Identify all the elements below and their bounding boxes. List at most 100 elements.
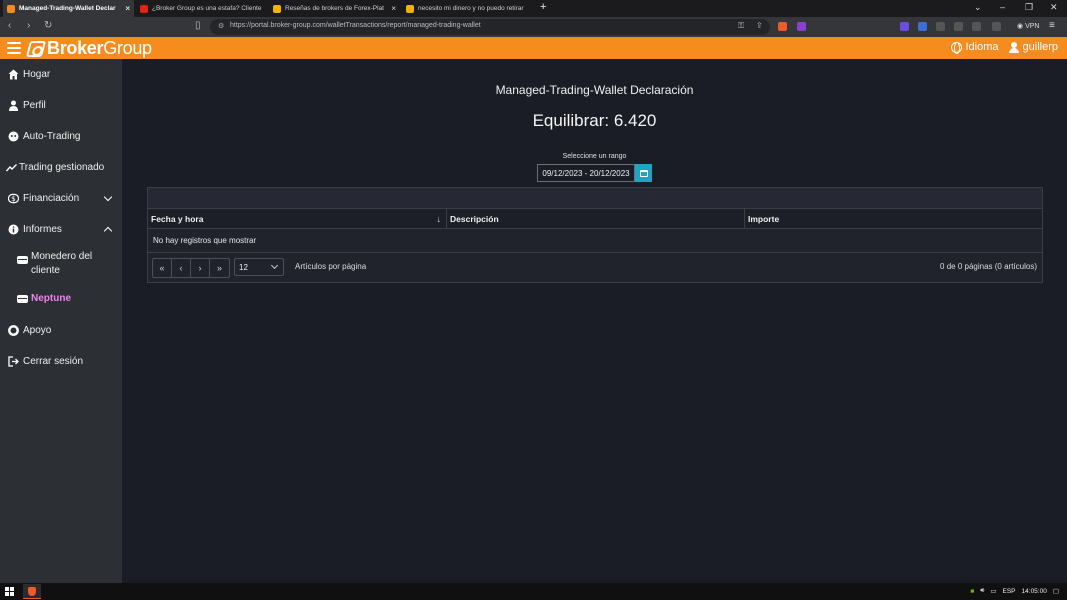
user-menu-button[interactable]: guillerp [1008,41,1058,53]
vpn-label: VPN [1025,23,1040,30]
logo-text-light: Group [103,38,152,58]
sidebar-item-reports[interactable]: Informes [0,222,122,236]
chevron-down-icon[interactable] [103,192,113,202]
sidebar-item-client-wallet[interactable]: Monedero del cliente [0,250,122,278]
language-label: Idioma [965,41,999,53]
close-tab-icon[interactable]: × [391,4,396,13]
empty-message: No hay registros que mostrar [153,236,257,245]
sidebar-item-auto-trading[interactable]: Auto-Trading [0,129,122,143]
wallet-icon [17,295,28,303]
page-size-select[interactable]: 12 [234,258,284,276]
previous-page-button[interactable]: ‹ [172,259,191,277]
sidebar-item-support[interactable]: Apoyo [0,323,122,337]
next-page-button[interactable]: › [191,259,210,277]
page-title: Managed-Trading-Wallet Declaración [495,83,694,97]
column-header-amount[interactable]: Importe [744,209,1042,228]
share-icon[interactable]: ⇪ [756,21,763,30]
page-size-value: 12 [239,262,248,272]
sidebar-item-home[interactable]: Hogar [0,67,122,81]
tab-search-icon[interactable]: ⌄ [974,2,982,13]
language-indicator[interactable]: ESP [1003,588,1016,595]
robot-icon [8,131,19,142]
browser-tab[interactable]: necesito mi dinero y no puedo retirar [402,0,533,17]
date-range-input[interactable]: 09/12/2023 - 20/12/2023 [537,164,635,182]
first-page-button[interactable]: « [153,259,172,277]
sidebar-item-label: Neptune [31,293,71,304]
balance-display: Equilibrar: 6.420 [532,111,657,130]
menu-icon[interactable]: ≡ [1049,20,1055,31]
nvidia-icon[interactable]: ■ [970,588,974,595]
notifications-icon[interactable]: ▢ [1053,587,1059,595]
logo-text-bold: Broker [47,38,104,58]
close-window-icon[interactable]: ✕ [1050,2,1058,13]
brokergroup-logo[interactable]: Broker Group [25,38,152,59]
volume-icon[interactable]: 🔊︎ [980,587,984,595]
sort-arrow-icon[interactable]: ↓ [437,214,442,224]
taskbar: ■ 🔊︎ ▭ ESP 14:05:00 ▢ [0,583,1067,600]
user-icon [8,100,19,111]
home-icon [8,69,19,80]
transactions-table: Fecha y hora ↓ Descripción Importe No ha… [147,187,1043,283]
browser-tab-strip: Managed-Trading-Wallet Declar × ¿Broker … [0,0,1067,17]
media-icon[interactable] [954,22,963,31]
site-info-icon[interactable]: ⚙ [218,22,224,30]
sidebar-item-profile[interactable]: Perfil [0,98,122,112]
chevron-down-icon [270,261,279,270]
chart-line-icon [6,162,17,173]
vpn-button[interactable]: ◉ VPN [1017,22,1039,30]
youtube-favicon-icon [140,4,148,13]
tab-title: Managed-Trading-Wallet Declar [19,5,116,12]
calendar-icon [639,169,648,177]
new-tab-button[interactable]: + [540,1,546,13]
last-page-button[interactable]: » [210,259,229,277]
brave-taskbar-icon[interactable] [23,584,41,599]
sidebar-item-label: Hogar [23,68,51,80]
pager: « ‹ › » 12 Artículos por página 0 de 0 p… [148,252,1042,282]
sidebar-item-managed-trading[interactable]: Trading gestionado [0,160,122,174]
wallet-toolbar-icon[interactable] [992,22,1001,31]
browser-tab[interactable]: ¿Broker Group es una estafa? Cliente ¡ [136,0,267,17]
hamburger-menu-icon[interactable] [7,42,21,54]
sidebar-item-funding[interactable]: $ Financiación [0,191,122,205]
brave-rewards-icon[interactable] [797,22,806,31]
sidebar-item-logout[interactable]: Cerrar sesión [0,354,122,368]
sidebar-item-label: Financiación [23,192,80,204]
sidebar-item-label: Informes [23,223,62,235]
minimize-icon[interactable]: – [1000,2,1005,12]
extension-icon[interactable] [900,22,909,31]
bookmark-icon[interactable]: ▯ [195,20,201,31]
column-header-label: Importe [748,213,780,224]
key-icon[interactable]: ⚿ [738,21,744,31]
browser-tab-active[interactable]: Managed-Trading-Wallet Declar × [3,0,134,17]
brave-shields-icon[interactable] [778,22,787,31]
calendar-button[interactable] [635,164,652,182]
reload-icon[interactable]: ↻ [44,20,52,31]
site-favicon-icon [273,4,281,13]
sidebar-toggle-icon[interactable] [972,22,981,31]
chevron-up-icon[interactable] [103,226,113,236]
extension-icon[interactable] [918,22,927,31]
clock[interactable]: 14:05:00 [1022,588,1047,595]
browser-tab[interactable]: Reseñas de brokers de Forex-Plat × [269,0,400,17]
language-button[interactable]: Idioma [950,41,999,54]
restore-icon[interactable]: ❐ [1025,2,1033,13]
extensions-icon[interactable] [936,22,945,31]
column-header-description[interactable]: Descripción [446,209,744,228]
table-header: Fecha y hora ↓ Descripción Importe [148,209,1042,229]
sidebar-item-label: Perfil [23,99,46,111]
sidebar-item-label: Apoyo [23,324,52,336]
back-icon[interactable]: ‹ [8,20,11,31]
globe-icon [950,41,962,54]
sidebar-item-neptune[interactable]: Neptune [0,292,122,306]
column-header-label: Fecha y hora [151,213,204,224]
logout-icon [8,355,19,367]
main-content: Managed-Trading-Wallet Declaración Equil… [122,59,1067,583]
address-bar[interactable]: ⚙ https://portal.broker-group.com/wallet… [210,19,770,35]
close-tab-icon[interactable]: × [125,4,130,13]
windows-start-icon[interactable] [5,587,14,596]
table-toolbar [148,188,1042,209]
network-icon[interactable]: ▭ [990,587,996,595]
date-range-picker: 09/12/2023 - 20/12/2023 [537,164,653,182]
column-header-date[interactable]: Fecha y hora ↓ [148,209,446,228]
forward-icon[interactable]: › [27,20,30,31]
